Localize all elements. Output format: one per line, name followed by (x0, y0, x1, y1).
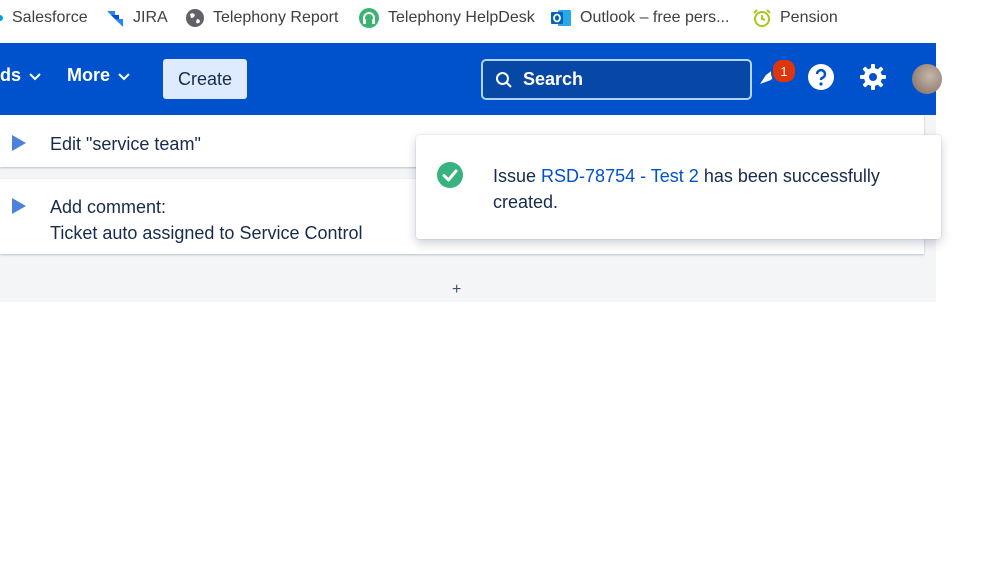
bookmark-telephony-report[interactable]: Telephony Report (185, 6, 338, 30)
outlook-icon (550, 7, 572, 29)
nav-dashboards-label: ds (0, 65, 22, 85)
create-button[interactable]: Create (163, 59, 247, 99)
help-icon (807, 63, 835, 96)
bookmark-outlook[interactable]: Outlook – free pers... (550, 6, 729, 30)
nav-dashboards-dropdown[interactable]: ds (0, 65, 41, 86)
user-avatar[interactable] (912, 64, 942, 94)
activity-comment-body: Ticket auto assigned to Service Control (50, 223, 363, 243)
success-flag: Issue RSD-78754 - Test 2 has been succes… (416, 135, 941, 239)
expand-triangle-icon[interactable] (12, 135, 26, 151)
globe-icon (185, 8, 205, 28)
bookmark-label: Telephony Report (213, 9, 339, 26)
expand-triangle-icon[interactable] (12, 198, 26, 214)
bookmark-label: Pension (780, 9, 838, 26)
help-button[interactable] (805, 63, 837, 95)
top-navigation: ds More Create Search 1 (0, 43, 942, 115)
check-circle-icon (436, 161, 464, 194)
gear-icon (859, 63, 887, 96)
jira-icon (103, 7, 125, 29)
chevron-down-icon (118, 65, 130, 86)
flag-prefix: Issue (493, 166, 537, 186)
bookmark-label: Salesforce (12, 9, 88, 26)
settings-button[interactable] (857, 63, 889, 95)
nav-more-dropdown[interactable]: More (67, 65, 130, 86)
search-input[interactable]: Search (481, 59, 752, 100)
activity-text: Edit "service team" (50, 134, 201, 154)
salesforce-icon (0, 13, 4, 23)
alarm-clock-icon (752, 8, 772, 28)
bookmark-label: JIRA (133, 9, 168, 26)
search-placeholder: Search (523, 69, 584, 89)
activity-text: Add comment: (50, 197, 167, 217)
issue-link[interactable]: RSD-78754 - Test 2 (541, 166, 699, 186)
nav-more-label: More (67, 65, 111, 85)
headset-icon (358, 7, 380, 29)
bookmarks-bar: Salesforce JIRA Telephony Report Telepho… (0, 0, 999, 36)
bookmark-label: Telephony HelpDesk (388, 9, 535, 26)
notification-count-badge: 1 (771, 58, 797, 84)
chevron-down-icon (29, 65, 41, 86)
add-button[interactable]: + (452, 281, 461, 299)
bookmark-salesforce[interactable]: Salesforce (0, 6, 88, 30)
bookmark-jira[interactable]: JIRA (103, 6, 168, 30)
bookmark-pension[interactable]: Pension (752, 6, 838, 30)
search-icon (495, 71, 513, 89)
bookmark-telephony-helpdesk[interactable]: Telephony HelpDesk (358, 6, 535, 30)
bookmark-label: Outlook – free pers... (580, 9, 730, 26)
flag-message: Issue RSD-78754 - Test 2 has been succes… (493, 163, 913, 215)
